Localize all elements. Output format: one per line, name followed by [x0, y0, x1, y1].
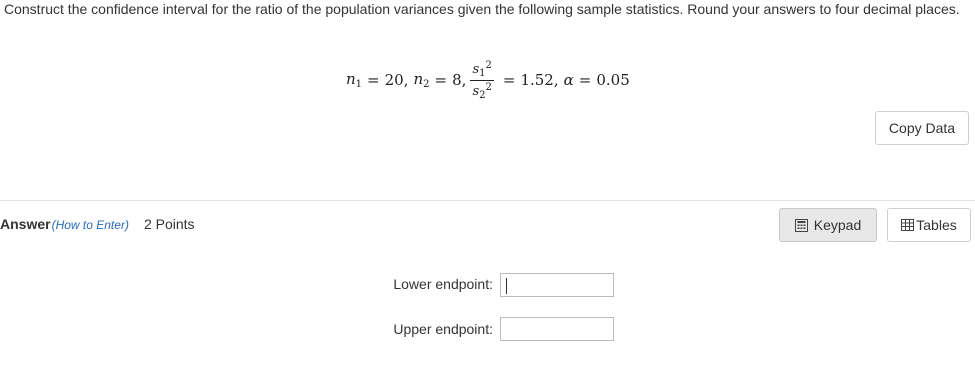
n1-symbol: n1	[346, 70, 363, 90]
alpha-symbol: α	[563, 71, 574, 89]
answer-label: Answer	[0, 216, 51, 232]
tables-label: Tables	[916, 217, 957, 233]
question-text: Construct the confidence interval for th…	[4, 1, 960, 17]
n2-value: 8	[452, 71, 462, 89]
variance-ratio-fraction: s12 s22	[470, 59, 494, 101]
keypad-icon	[794, 218, 808, 232]
keypad-button[interactable]: Keypad	[779, 208, 877, 242]
sample-statistics-formula: n1 = 20, n2 = 8, s12 s22 = 1.52, α = 0.0…	[346, 59, 630, 101]
n2-symbol: n2	[413, 70, 430, 90]
alpha-value: 0.05	[596, 71, 630, 89]
upper-endpoint-input[interactable]	[500, 317, 614, 341]
tables-button[interactable]: Tables	[887, 208, 971, 242]
lower-endpoint-label: Lower endpoint:	[393, 276, 493, 292]
how-to-enter-link[interactable]: (How to Enter)	[52, 218, 129, 232]
copy-data-label: Copy Data	[888, 120, 956, 136]
section-divider	[0, 200, 975, 201]
copy-data-button[interactable]: Copy Data	[875, 111, 969, 145]
n1-value: 20	[384, 71, 404, 89]
answer-header: Answer (How to Enter) 2 Points	[0, 216, 195, 236]
ratio-value: 1.52	[520, 71, 554, 89]
table-icon	[901, 219, 915, 231]
text-caret	[506, 278, 507, 294]
points-label: 2 Points	[143, 216, 195, 232]
upper-endpoint-label: Upper endpoint:	[393, 321, 493, 337]
lower-endpoint-input[interactable]	[500, 273, 614, 297]
keypad-label: Keypad	[813, 217, 862, 233]
